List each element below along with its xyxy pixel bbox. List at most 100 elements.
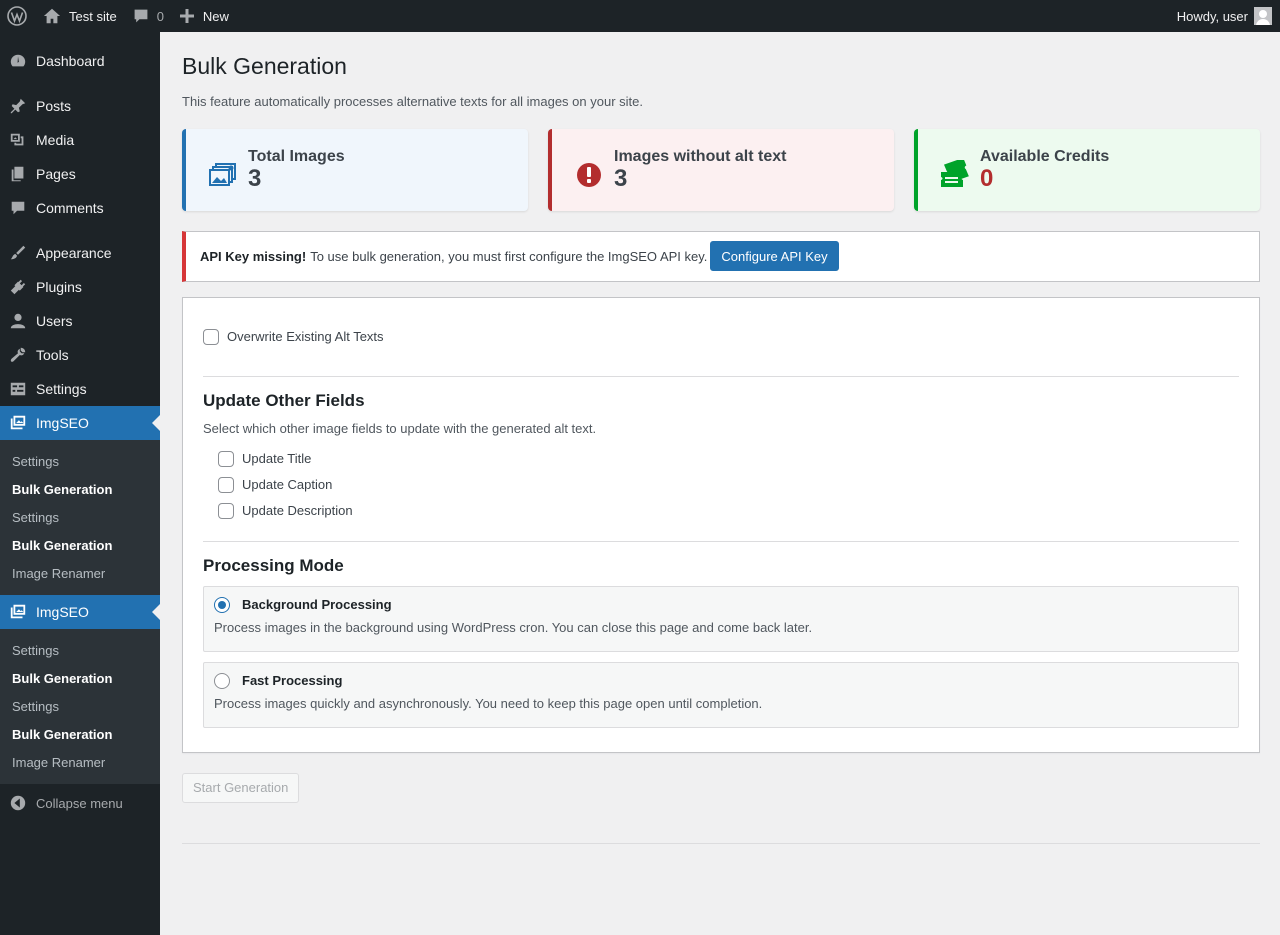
submenu-item-bulk-generation[interactable]: Bulk Generation bbox=[0, 531, 160, 559]
new-label: New bbox=[202, 8, 229, 24]
mode-description: Process images quickly and asynchronousl… bbox=[214, 695, 763, 711]
submenu-item-image-renamer[interactable]: Image Renamer bbox=[0, 748, 160, 776]
stat-label: Available Credits bbox=[980, 148, 1110, 166]
wordpress-logo-icon[interactable] bbox=[0, 0, 35, 32]
mode-title: Background Processing bbox=[242, 597, 392, 613]
brush-icon bbox=[0, 244, 36, 262]
sidebar-item-media[interactable]: Media bbox=[0, 123, 160, 157]
background-processing-radio[interactable] bbox=[214, 596, 230, 613]
sidebar-item-settings[interactable]: Settings bbox=[0, 372, 160, 406]
update-description-option[interactable]: Update Description bbox=[218, 498, 1239, 524]
stat-card-total-images: Total Images 3 bbox=[182, 128, 528, 211]
my-account-link[interactable]: Howdy, user bbox=[1169, 0, 1280, 32]
warning-icon bbox=[572, 162, 606, 188]
submenu-item-settings[interactable]: Settings bbox=[0, 636, 160, 664]
sidebar-item-comments[interactable]: Comments bbox=[0, 191, 160, 225]
update-title-option[interactable]: Update Title bbox=[218, 446, 1239, 472]
sidebar-item-tools[interactable]: Tools bbox=[0, 338, 160, 372]
collapse-menu-button[interactable]: Collapse menu bbox=[0, 786, 160, 820]
sidebar-item-label: ImgSEO bbox=[36, 604, 89, 620]
overwrite-option[interactable]: Overwrite Existing Alt Texts bbox=[203, 328, 1239, 345]
imgseo-submenu: Settings Bulk Generation Settings Bulk G… bbox=[0, 629, 160, 784]
sidebar-item-label: Pages bbox=[36, 166, 76, 182]
stat-value: 0 bbox=[980, 165, 994, 193]
images-icon bbox=[206, 162, 240, 188]
media-icon bbox=[0, 131, 36, 149]
sidebar-item-label: Settings bbox=[36, 381, 87, 397]
sidebar-item-label: Tools bbox=[36, 347, 69, 363]
new-content-link[interactable]: New bbox=[172, 0, 237, 32]
submenu-item-settings[interactable]: Settings bbox=[0, 447, 160, 475]
update-caption-option[interactable]: Update Caption bbox=[218, 472, 1239, 498]
sidebar-item-imgseo[interactable]: ImgSEO bbox=[0, 406, 160, 440]
tickets-icon bbox=[938, 159, 972, 190]
mode-option-fast[interactable]: Fast Processing Process images quickly a… bbox=[203, 661, 1239, 728]
overwrite-label: Overwrite Existing Alt Texts bbox=[227, 329, 384, 345]
submenu-item-bulk-generation[interactable]: Bulk Generation bbox=[0, 475, 160, 503]
pages-icon bbox=[0, 165, 36, 183]
comments-count: 0 bbox=[156, 8, 164, 24]
mode-option-background[interactable]: Background Processing Process images in … bbox=[203, 585, 1239, 652]
sidebar-item-users[interactable]: Users bbox=[0, 304, 160, 338]
start-generation-button[interactable]: Start Generation bbox=[182, 772, 300, 803]
sidebar-item-pages[interactable]: Pages bbox=[0, 157, 160, 191]
sidebar-item-label: Dashboard bbox=[36, 53, 105, 69]
plus-icon bbox=[179, 9, 194, 23]
site-name: Test site bbox=[69, 8, 117, 24]
submenu-item-settings[interactable]: Settings bbox=[0, 692, 160, 720]
pin-icon bbox=[0, 97, 36, 115]
stat-label: Total Images bbox=[248, 148, 345, 166]
sidebar-item-imgseo[interactable]: ImgSEO bbox=[0, 595, 160, 629]
main-content: Bulk Generation This feature automatical… bbox=[182, 32, 1260, 844]
fast-processing-radio[interactable] bbox=[214, 672, 230, 689]
comments-link[interactable]: 0 bbox=[125, 0, 172, 32]
notice-title: API Key missing! bbox=[200, 248, 307, 264]
plug-icon bbox=[0, 278, 36, 296]
sidebar-item-label: Appearance bbox=[36, 245, 112, 261]
stats-row: Total Images 3 Images without alt text 3… bbox=[182, 128, 1260, 211]
divider bbox=[203, 375, 1239, 377]
submenu-item-bulk-generation[interactable]: Bulk Generation bbox=[0, 664, 160, 692]
sidebar-item-plugins[interactable]: Plugins bbox=[0, 270, 160, 304]
update-title-label: Update Title bbox=[242, 451, 312, 467]
stat-value: 3 bbox=[248, 165, 262, 193]
update-description-checkbox[interactable] bbox=[218, 502, 234, 519]
stat-card-images-without-alt: Images without alt text 3 bbox=[548, 128, 894, 211]
submenu-item-image-renamer[interactable]: Image Renamer bbox=[0, 559, 160, 587]
sidebar-item-label: Plugins bbox=[36, 279, 82, 295]
overwrite-checkbox[interactable] bbox=[203, 328, 219, 345]
update-caption-checkbox[interactable] bbox=[218, 476, 234, 493]
sidebar-item-label: Posts bbox=[36, 98, 72, 114]
collapse-icon bbox=[0, 794, 36, 812]
site-name-link[interactable]: Test site bbox=[35, 0, 125, 32]
configure-api-key-button[interactable]: Configure API Key bbox=[710, 241, 839, 272]
sidebar-item-label: Users bbox=[36, 313, 73, 329]
user-icon bbox=[0, 312, 36, 330]
admin-bar: Test site 0 New Howdy, user bbox=[0, 0, 1280, 32]
processing-mode-heading: Processing Mode bbox=[203, 555, 344, 575]
generation-options-card: Overwrite Existing Alt Texts Update Othe… bbox=[182, 296, 1260, 753]
admin-sidebar: Dashboard Posts Media Pages Comments App… bbox=[0, 32, 160, 935]
sidebar-item-label: Comments bbox=[36, 200, 104, 216]
divider bbox=[182, 842, 1260, 844]
submenu-item-bulk-generation[interactable]: Bulk Generation bbox=[0, 720, 160, 748]
update-fields-heading: Update Other Fields bbox=[203, 390, 365, 410]
stat-value: 3 bbox=[614, 165, 628, 193]
sidebar-item-appearance[interactable]: Appearance bbox=[0, 236, 160, 270]
home-icon bbox=[43, 8, 61, 24]
stat-label: Images without alt text bbox=[614, 148, 787, 166]
comment-icon bbox=[0, 199, 36, 217]
update-caption-label: Update Caption bbox=[242, 477, 333, 493]
submenu-item-settings[interactable]: Settings bbox=[0, 503, 160, 531]
divider bbox=[203, 540, 1239, 542]
api-key-notice: API Key missing! To use bulk generation,… bbox=[182, 230, 1260, 282]
update-title-checkbox[interactable] bbox=[218, 450, 234, 467]
stat-card-available-credits: Available Credits 0 bbox=[914, 128, 1260, 211]
sidebar-item-posts[interactable]: Posts bbox=[0, 89, 160, 123]
sidebar-item-dashboard[interactable]: Dashboard bbox=[0, 44, 160, 78]
comment-icon bbox=[134, 9, 148, 23]
mode-description: Process images in the background using W… bbox=[214, 619, 813, 635]
collapse-menu-label: Collapse menu bbox=[36, 795, 123, 811]
images-icon bbox=[0, 414, 36, 432]
avatar bbox=[1254, 7, 1272, 25]
